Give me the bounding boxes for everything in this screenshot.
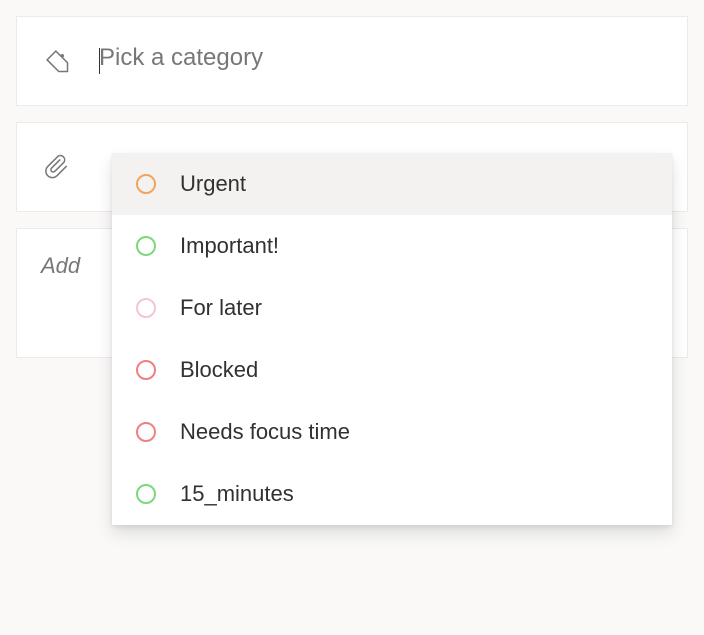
category-input[interactable] <box>99 44 663 72</box>
category-option-label: For later <box>180 295 262 321</box>
category-color-circle <box>136 298 156 318</box>
category-option[interactable]: Blocked <box>112 339 672 401</box>
category-color-circle <box>136 236 156 256</box>
category-option[interactable]: Urgent <box>112 153 672 215</box>
category-dropdown: Urgent Important! For later Blocked Needs fo… <box>112 153 672 525</box>
category-option[interactable]: Needs focus time <box>112 401 672 463</box>
notes-label: Add <box>41 253 80 279</box>
category-color-circle <box>136 174 156 194</box>
category-option-label: Blocked <box>180 357 258 383</box>
category-option-label: Important! <box>180 233 279 259</box>
category-option-label: Needs focus time <box>180 419 350 445</box>
paperclip-icon <box>41 151 73 183</box>
category-color-circle <box>136 484 156 504</box>
category-color-circle <box>136 422 156 442</box>
category-option[interactable]: For later <box>112 277 672 339</box>
tag-icon <box>41 45 73 77</box>
category-option[interactable]: Important! <box>112 215 672 277</box>
category-option[interactable]: 15_minutes <box>112 463 672 525</box>
category-color-circle <box>136 360 156 380</box>
category-option-label: Urgent <box>180 171 246 197</box>
category-picker-card[interactable] <box>16 16 688 106</box>
category-option-label: 15_minutes <box>180 481 294 507</box>
